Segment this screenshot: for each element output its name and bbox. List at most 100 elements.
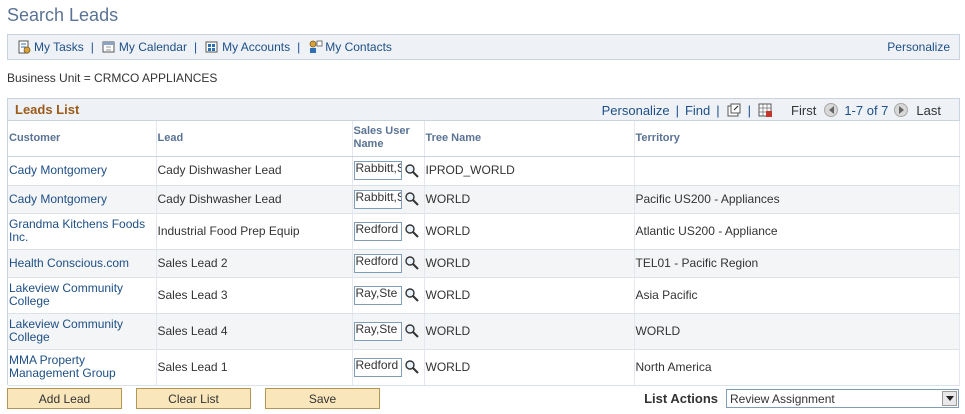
cell-tree-name: IPROD_WORLD	[424, 156, 635, 186]
nav-my-calendar[interactable]: My Calendar	[101, 39, 187, 55]
tool-separator: |	[716, 102, 720, 118]
clear-list-button[interactable]: Clear List	[136, 388, 251, 409]
grid-row-range: 1-7 of 7	[844, 102, 889, 118]
cell-lead: Sales Lead 2	[156, 249, 353, 278]
sales-user-input[interactable]: Rabbitt,S	[353, 161, 402, 180]
lookup-search-icon[interactable]	[404, 255, 420, 271]
table-row: Health Conscious.com Sales Lead 2 Redford W…	[8, 249, 960, 278]
lookup-search-icon[interactable]	[404, 191, 420, 207]
sales-user-input[interactable]: Ray,Ste	[353, 285, 402, 305]
sales-user-input[interactable]: Redford	[353, 253, 402, 273]
customer-link[interactable]: Lakeview Community College	[9, 317, 123, 344]
sales-user-input[interactable]: Redford	[353, 357, 402, 377]
cell-lead: Cady Dishwasher Lead	[156, 185, 353, 214]
cell-sales-user: Rabbitt,S	[352, 185, 425, 214]
cell-customer: Lakeview Community College	[8, 313, 157, 350]
cell-lead: Cady Dishwasher Lead	[156, 156, 353, 186]
nav-my-accounts[interactable]: My Accounts	[204, 39, 290, 55]
cell-territory: North America	[634, 349, 960, 386]
lookup-search-icon[interactable]	[404, 359, 420, 375]
sales-user-input[interactable]: Ray,Ste	[353, 321, 402, 341]
table-row: Grandma Kitchens Foods Inc. Industrial Fo…	[8, 213, 960, 250]
grid-personalize-link[interactable]: Personalize	[602, 103, 670, 118]
cell-sales-user: Ray,Ste	[352, 277, 425, 314]
customer-link[interactable]: Lakeview Community College	[9, 281, 123, 308]
list-actions-selected-value: Review Assignment	[730, 391, 835, 406]
prev-page-button[interactable]	[824, 103, 839, 117]
sales-user-input[interactable]: Redford	[353, 221, 402, 241]
customer-link[interactable]: Health Conscious.com	[9, 256, 129, 270]
sales-user-field-group: Redford	[353, 221, 422, 241]
sales-user-field-group: Rabbitt,S	[353, 161, 422, 180]
cell-customer: Health Conscious.com	[8, 249, 157, 278]
contacts-icon	[309, 40, 323, 53]
cell-territory: TEL01 - Pacific Region	[634, 249, 960, 278]
cell-sales-user: Redford	[352, 249, 425, 278]
col-header-tree-name[interactable]: Tree Name	[424, 121, 635, 157]
cell-customer: Cady Montgomery	[8, 156, 157, 186]
list-actions-select[interactable]: Review Assignment	[726, 389, 959, 408]
nav-my-accounts-label: My Accounts	[222, 40, 291, 54]
tasks-icon	[18, 40, 31, 54]
cell-customer: MMA Property Management Group	[8, 349, 157, 386]
table-row: Lakeview Community College Sales Lead 3 Ra…	[8, 277, 960, 314]
dropdown-arrow-button[interactable]	[942, 391, 957, 406]
cell-tree-name: WORLD	[424, 249, 635, 278]
cell-tree-name: WORLD	[424, 349, 635, 386]
lookup-search-icon[interactable]	[404, 223, 420, 239]
chevron-down-icon	[945, 396, 954, 401]
sales-user-input[interactable]: Rabbitt,S	[353, 189, 402, 209]
cell-tree-name: WORLD	[424, 313, 635, 350]
cell-sales-user: Redford	[352, 213, 425, 250]
leads-list-grid: Leads List Personalize | Find | | First	[7, 98, 960, 386]
nav-my-contacts-label: My Contacts	[325, 40, 392, 54]
nav-my-tasks-label: My Tasks	[34, 40, 84, 54]
customer-link[interactable]: Grandma Kitchens Foods Inc.	[9, 217, 145, 244]
next-page-button[interactable]	[894, 103, 909, 117]
sales-user-field-group: Redford	[353, 253, 422, 273]
sales-user-field-group: Redford	[353, 357, 422, 377]
customer-link[interactable]: Cady Montgomery	[9, 192, 107, 206]
col-header-lead[interactable]: Lead	[156, 121, 353, 157]
table-row: Cady Montgomery Cady Dishwasher Lead Rabbi…	[8, 185, 960, 214]
cell-tree-name: WORLD	[424, 213, 635, 250]
col-header-sales-user[interactable]: Sales User Name	[352, 121, 425, 157]
accounts-icon	[205, 41, 218, 53]
grid-first-label[interactable]: First	[791, 103, 816, 118]
cell-territory: WORLD	[634, 313, 960, 350]
nav-my-contacts[interactable]: My Contacts	[307, 39, 392, 55]
add-lead-button[interactable]: Add Lead	[7, 388, 122, 409]
cell-lead: Sales Lead 1	[156, 349, 353, 386]
nav-separator: |	[90, 40, 94, 54]
lookup-search-icon[interactable]	[404, 323, 420, 339]
cell-lead: Sales Lead 3	[156, 277, 353, 314]
table-row: MMA Property Management Group Sales Lead …	[8, 349, 960, 386]
cell-territory: Atlantic US200 - Appliance	[634, 213, 960, 250]
customer-link[interactable]: Cady Montgomery	[9, 163, 107, 177]
cell-lead: Industrial Food Prep Equip	[156, 213, 353, 250]
customer-link[interactable]: MMA Property Management Group	[9, 353, 116, 380]
cell-tree-name: WORLD	[424, 277, 635, 314]
download-spreadsheet-icon[interactable]	[757, 102, 773, 118]
cell-territory: Pacific US200 - Appliances	[634, 185, 960, 214]
cell-customer: Grandma Kitchens Foods Inc.	[8, 213, 157, 250]
cell-customer: Lakeview Community College	[8, 277, 157, 314]
view-all-icon[interactable]	[726, 102, 742, 118]
nav-personalize-link[interactable]: Personalize	[887, 40, 950, 54]
col-header-territory[interactable]: Territory	[634, 121, 960, 157]
save-button[interactable]: Save	[265, 388, 380, 409]
cell-sales-user: Rabbitt,S	[352, 156, 425, 186]
grid-find-link[interactable]: Find	[685, 103, 710, 118]
calendar-icon	[102, 41, 115, 53]
nav-my-tasks[interactable]: My Tasks	[16, 39, 84, 55]
grid-title: Leads List	[15, 102, 80, 117]
col-header-customer[interactable]: Customer	[8, 121, 157, 157]
tool-separator: |	[747, 102, 752, 118]
grid-last-label[interactable]: Last	[916, 103, 941, 118]
cell-territory: Asia Pacific	[634, 277, 960, 314]
nav-separator: |	[193, 40, 198, 54]
lookup-search-icon[interactable]	[404, 163, 420, 179]
list-actions-label: List Actions	[644, 391, 718, 406]
action-buttons: Add Lead Clear List Save	[7, 388, 394, 409]
lookup-search-icon[interactable]	[404, 287, 420, 303]
